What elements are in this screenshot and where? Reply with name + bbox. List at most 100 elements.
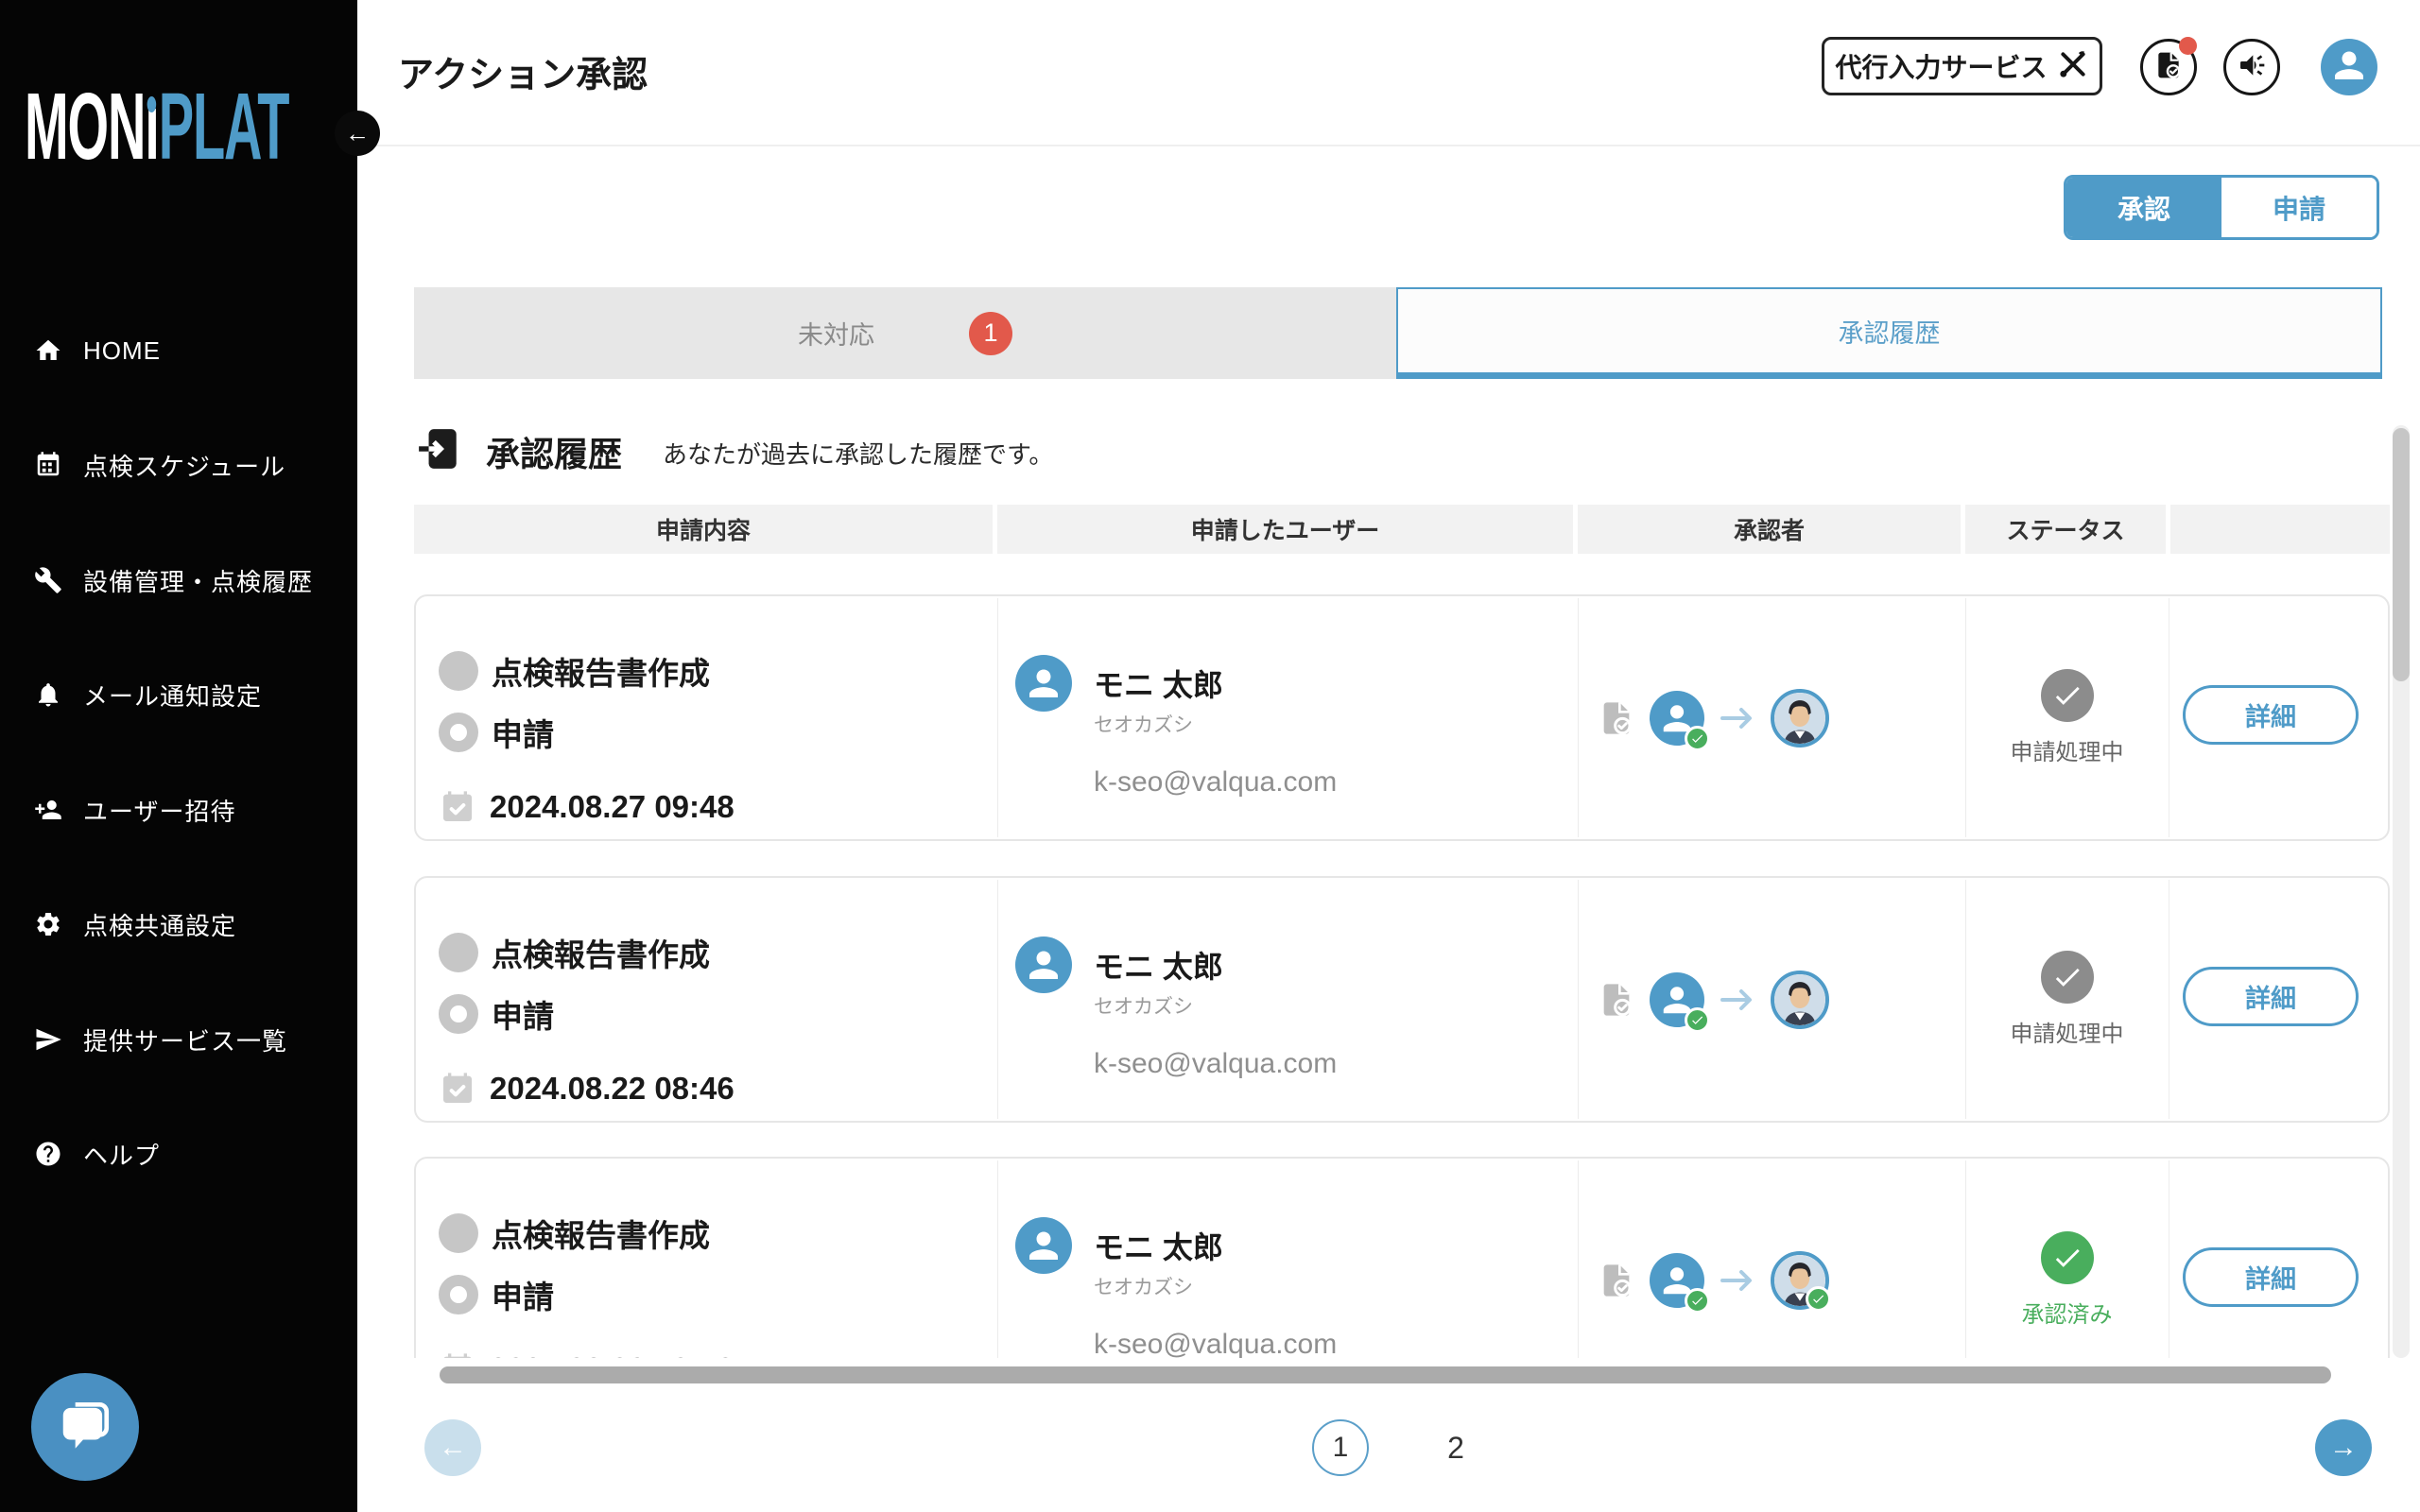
status-label: 申請処理中: [2011, 1015, 2124, 1048]
request-type: 点検報告書作成: [492, 930, 710, 975]
column-header-actions: [2170, 505, 2390, 554]
sidebar-item-label: 提供サービス一覧: [83, 1022, 287, 1057]
sidebar-item-equipment-management[interactable]: 設備管理・点検履歴: [0, 552, 357, 609]
tab-approval-history[interactable]: 承認履歴: [1396, 287, 2382, 379]
tab-pending[interactable]: 未対応 1: [414, 287, 1396, 379]
announcements-button[interactable]: [2223, 39, 2280, 95]
tools-icon: [2057, 48, 2089, 85]
chat-widget-button[interactable]: [31, 1373, 139, 1481]
column-divider: [1578, 598, 1579, 837]
document-check-icon: [1598, 699, 1635, 737]
sidebar-item-common-settings[interactable]: 点検共通設定: [0, 896, 357, 953]
table-row: 点検報告書作成 申請 2024.08.27 09:48 モニ 太郎 セオカズシ …: [414, 594, 2390, 841]
pagination-prev-button[interactable]: ←: [424, 1419, 481, 1476]
header-divider: [357, 145, 2420, 146]
action-icon: [439, 713, 478, 752]
column-divider: [997, 880, 998, 1119]
home-icon: [34, 336, 62, 365]
status-cell: 申請処理中: [1965, 878, 2169, 1121]
sidebar-item-user-invite[interactable]: ユーザー招待: [0, 782, 357, 838]
user-email: k-seo@valqua.com: [1094, 1048, 1337, 1080]
column-header-request: 申請内容: [414, 505, 993, 554]
column-header-requesting-user: 申請したユーザー: [997, 505, 1573, 554]
action-label: 申請: [492, 1272, 554, 1317]
pagination-page-1[interactable]: 1: [1312, 1419, 1369, 1476]
sidebar-item-label: 点検スケジュール: [83, 448, 285, 483]
arrow-right-icon: [1719, 988, 1756, 1012]
requesting-user-avatar: [1015, 655, 1072, 712]
status-cell: 申請処理中: [1965, 596, 2169, 839]
status-label: 承認済み: [2022, 1296, 2113, 1329]
request-type: 点検報告書作成: [492, 1211, 710, 1256]
sidebar-item-services[interactable]: 提供サービス一覧: [0, 1011, 357, 1068]
document-check-icon: [1598, 1262, 1635, 1299]
sidebar-item-mail-notification[interactable]: メール通知設定: [0, 666, 357, 723]
document-check-notification-button[interactable]: [2140, 39, 2197, 95]
vertical-scrollbar-thumb[interactable]: [2393, 428, 2410, 681]
arrow-right-icon: [1719, 706, 1756, 730]
detail-button[interactable]: 詳細: [2183, 967, 2359, 1026]
sidebar-item-label: 設備管理・点検履歴: [83, 563, 313, 598]
toggle-request[interactable]: 申請: [2221, 178, 2377, 237]
account-avatar[interactable]: [2321, 39, 2377, 95]
request-datetime: 2024.08.22 08:46: [490, 1071, 735, 1107]
section-title: 承認履歴: [486, 427, 622, 476]
document-in-icon: [416, 425, 463, 472]
pending-count-badge: 1: [969, 312, 1012, 355]
user-kana: セオカズシ: [1094, 1272, 1193, 1300]
sidebar-item-inspection-schedule[interactable]: 点検スケジュール: [0, 437, 357, 493]
calendar-check-icon: [439, 1070, 476, 1108]
approved-check-badge: [1685, 726, 1710, 751]
sidebar-item-home[interactable]: HOME: [0, 322, 357, 379]
person-icon: [2330, 46, 2368, 89]
proxy-input-service-button[interactable]: 代行入力サービス: [1822, 37, 2102, 95]
document-check-icon: [1598, 981, 1635, 1019]
logo-i-dot: ı: [145, 83, 158, 170]
approver-photo-avatar: [1771, 971, 1829, 1029]
detail-button[interactable]: 詳細: [2183, 685, 2359, 745]
action-icon: [439, 1275, 478, 1314]
requesting-user-avatar: [1015, 1217, 1072, 1274]
sidebar-item-label: ユーザー招待: [83, 793, 235, 828]
left-arrow-icon: ←: [345, 119, 370, 148]
brand-logo[interactable]: MONıPLAT: [25, 83, 288, 178]
approved-check-badge: [1806, 1286, 1831, 1312]
bell-icon: [34, 680, 62, 709]
approved-check-badge: [1685, 1288, 1710, 1314]
sidebar-collapse-button[interactable]: ←: [335, 111, 380, 156]
detail-button[interactable]: 詳細: [2183, 1247, 2359, 1307]
calendar-icon: [34, 451, 62, 479]
sidebar-item-help[interactable]: ヘルプ: [0, 1125, 357, 1182]
column-header-status: ステータス: [1965, 505, 2166, 554]
approver-flow: [1598, 878, 1829, 1121]
toggle-approve[interactable]: 承認: [2066, 178, 2221, 237]
action-label: 申請: [492, 710, 554, 755]
user-kana: セオカズシ: [1094, 710, 1193, 738]
gear-icon: [34, 910, 62, 938]
request-type-icon: [439, 1213, 478, 1253]
sidebar-item-label: HOME: [83, 336, 161, 366]
column-divider: [997, 598, 998, 837]
pagination-next-button[interactable]: →: [2315, 1419, 2372, 1476]
help-icon: [34, 1140, 62, 1168]
user-name: モニ 太郎: [1094, 1224, 1223, 1267]
user-email: k-seo@valqua.com: [1094, 766, 1337, 799]
requesting-user-avatar: [1015, 936, 1072, 993]
approver-photo-avatar: [1771, 689, 1829, 747]
pagination-page-2[interactable]: 2: [1437, 1419, 1475, 1476]
action-label: 申請: [492, 991, 554, 1037]
sidebar: MONıPLAT HOME 点検スケジュール 設備管理・点検履歴 メール通知設定…: [0, 0, 357, 1512]
sidebar-item-label: メール通知設定: [83, 678, 262, 713]
requester-avatar: [1650, 1253, 1704, 1308]
approved-check-badge: [1685, 1007, 1710, 1033]
file-check-icon: [2153, 50, 2184, 85]
status-check-icon: [2041, 951, 2094, 1004]
section-description: あなたが過去に承認した履歴です。: [663, 436, 1053, 471]
status-label: 申請処理中: [2011, 733, 2124, 766]
calendar-check-icon: [439, 788, 476, 826]
horizontal-scrollbar-thumb[interactable]: [440, 1366, 2331, 1383]
requester-avatar: [1650, 972, 1704, 1027]
app-root: MONıPLAT HOME 点検スケジュール 設備管理・点検履歴 メール通知設定…: [0, 0, 2420, 1512]
user-email: k-seo@valqua.com: [1094, 1329, 1337, 1361]
left-arrow-icon: ←: [439, 1432, 467, 1464]
